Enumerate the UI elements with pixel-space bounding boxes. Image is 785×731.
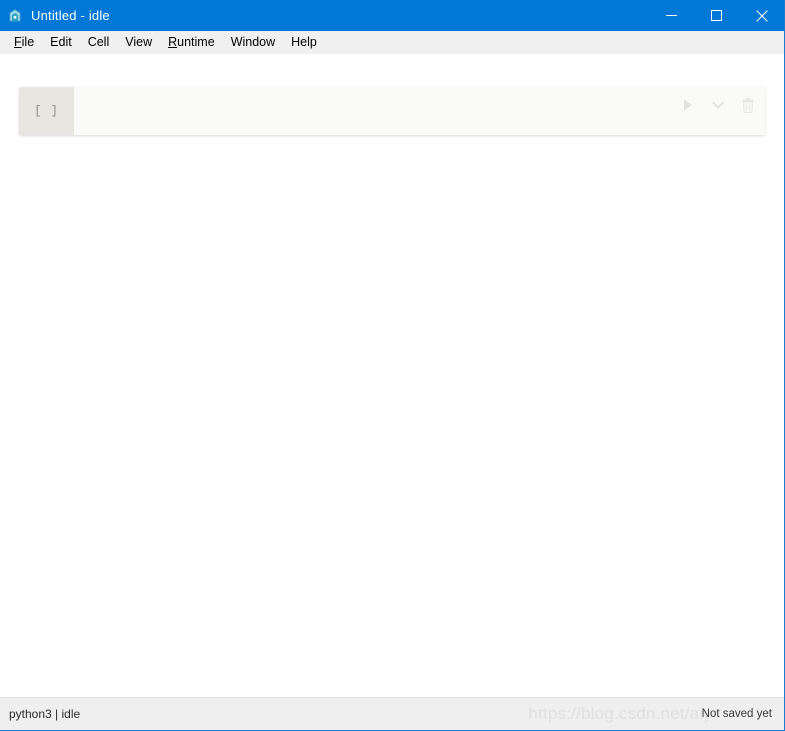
trash-icon [740,97,756,114]
save-status: Not saved yet [702,708,772,720]
play-icon [681,97,695,113]
chevron-down-icon [710,97,726,113]
menu-item-cell[interactable]: Cell [80,33,118,51]
menu-bar: File Edit Cell View Runtime Window Help [0,31,784,54]
maximize-button[interactable] [694,0,739,31]
cell-prompt-gutter: [ ] [19,87,74,135]
window-controls [649,0,784,31]
title-bar: Untitled - idle [0,0,784,31]
cell-editor[interactable] [74,87,765,135]
status-bar: python3 | idle https://blog.csdn.net/aiy… [0,697,784,730]
notebook-canvas: [ ] [0,54,784,697]
delete-cell-button[interactable] [735,93,761,117]
notebook-app-icon [7,8,23,24]
app-window: Untitled - idle File Edit Cell Vie [0,0,785,731]
menu-item-file[interactable]: File [6,33,42,51]
close-button[interactable] [739,0,784,31]
minimize-button[interactable] [649,0,694,31]
menu-item-edit[interactable]: Edit [42,33,80,51]
menu-item-window[interactable]: Window [223,33,283,51]
menu-item-help[interactable]: Help [283,33,325,51]
notebook-cell[interactable]: [ ] [19,87,765,135]
run-cell-button[interactable] [675,93,701,117]
kernel-status[interactable]: python3 | idle [9,707,80,721]
close-icon [756,10,768,22]
menu-item-view[interactable]: View [117,33,160,51]
cell-menu-button[interactable] [705,93,731,117]
watermark-text: https://blog.csdn.net/aiy [528,704,712,724]
cell-prompt-label: [ ] [34,104,59,118]
window-title: Untitled - idle [31,8,110,23]
menu-item-runtime[interactable]: Runtime [160,33,223,51]
minimize-icon [666,10,677,21]
maximize-icon [711,10,722,21]
cell-toolbar [675,93,761,117]
